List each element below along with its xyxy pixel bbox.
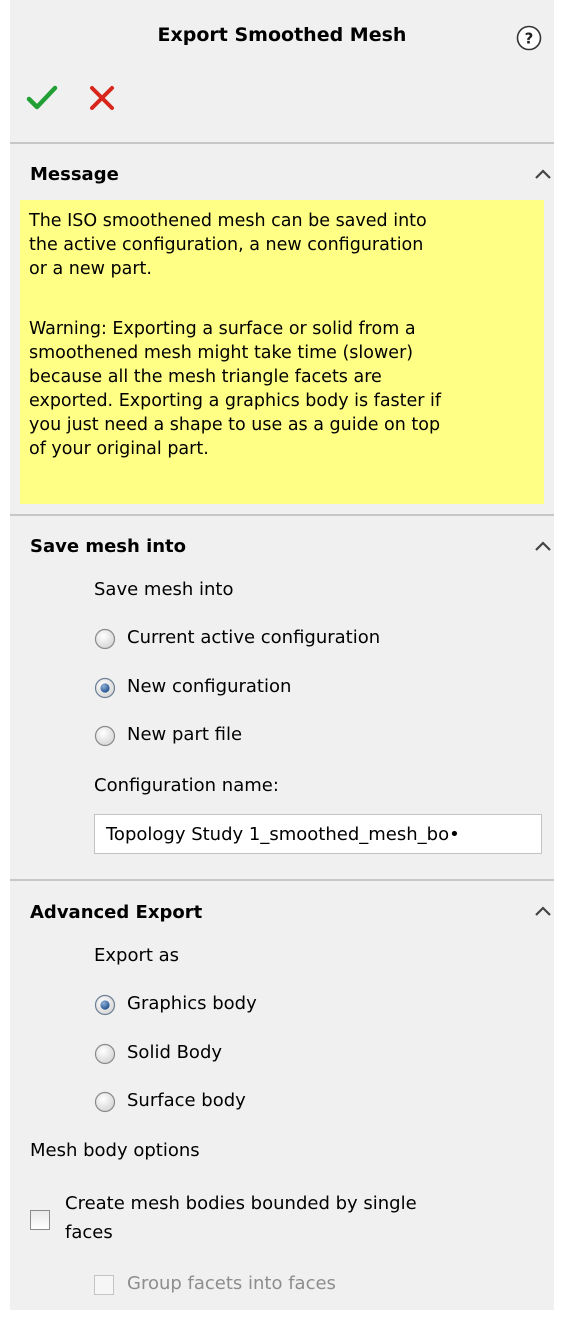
radio-label-current-active-configuration[interactable]: Current active configuration — [127, 627, 380, 648]
help-icon[interactable]: ? — [516, 25, 542, 51]
export-as-label: Export as — [94, 945, 180, 966]
create-mesh-bodies-label-line1[interactable]: Create mesh bodies bounded by single — [65, 1193, 417, 1214]
radio-label-new-configuration[interactable]: New configuration — [127, 676, 291, 697]
group-facets-checkbox[interactable] — [94, 1275, 114, 1295]
radio-surface-body[interactable] — [94, 1091, 116, 1113]
radio-label-new-part-file[interactable]: New part file — [127, 724, 242, 745]
save-mesh-section-title[interactable]: Save mesh into — [30, 536, 186, 557]
cancel-x-icon[interactable] — [88, 84, 116, 112]
radio-label-surface-body[interactable]: Surface body — [127, 1090, 246, 1111]
radio-label-graphics-body[interactable]: Graphics body — [127, 993, 257, 1014]
radio-current-active-configuration[interactable] — [94, 628, 116, 650]
message-text-warning: Warning: Exporting a surface or solid fr… — [29, 319, 442, 459]
message-section-title[interactable]: Message — [30, 164, 119, 185]
radio-label-solid-body[interactable]: Solid Body — [127, 1042, 222, 1063]
mesh-body-options-label: Mesh body options — [30, 1140, 200, 1161]
radio-graphics-body[interactable] — [94, 994, 116, 1016]
radio-new-part-file[interactable] — [94, 725, 116, 747]
panel-title: Export Smoothed Mesh — [157, 24, 407, 46]
section-divider — [10, 142, 554, 144]
configuration-name-label: Configuration name: — [94, 775, 279, 796]
svg-text:?: ? — [525, 30, 534, 48]
chevron-up-icon[interactable] — [533, 167, 553, 181]
section-divider — [10, 514, 554, 516]
create-mesh-bodies-label-line2[interactable]: faces — [65, 1222, 113, 1243]
message-box: The ISO smoothened mesh can be saved int… — [20, 200, 544, 504]
section-divider — [10, 879, 554, 881]
ok-checkmark-icon[interactable] — [26, 84, 58, 112]
save-mesh-group-label: Save mesh into — [94, 579, 234, 600]
chevron-up-icon[interactable] — [533, 904, 553, 918]
configuration-name-input[interactable] — [94, 814, 542, 854]
radio-new-configuration[interactable] — [94, 677, 116, 699]
chevron-up-icon[interactable] — [533, 539, 553, 553]
advanced-export-section-title[interactable]: Advanced Export — [30, 902, 202, 923]
property-manager-panel: Export Smoothed Mesh ? Message The ISO s… — [10, 0, 554, 1310]
group-facets-label: Group facets into faces — [127, 1273, 336, 1294]
create-mesh-bodies-checkbox[interactable] — [30, 1210, 50, 1230]
message-text-intro: The ISO smoothened mesh can be saved int… — [29, 211, 427, 279]
radio-solid-body[interactable] — [94, 1043, 116, 1065]
